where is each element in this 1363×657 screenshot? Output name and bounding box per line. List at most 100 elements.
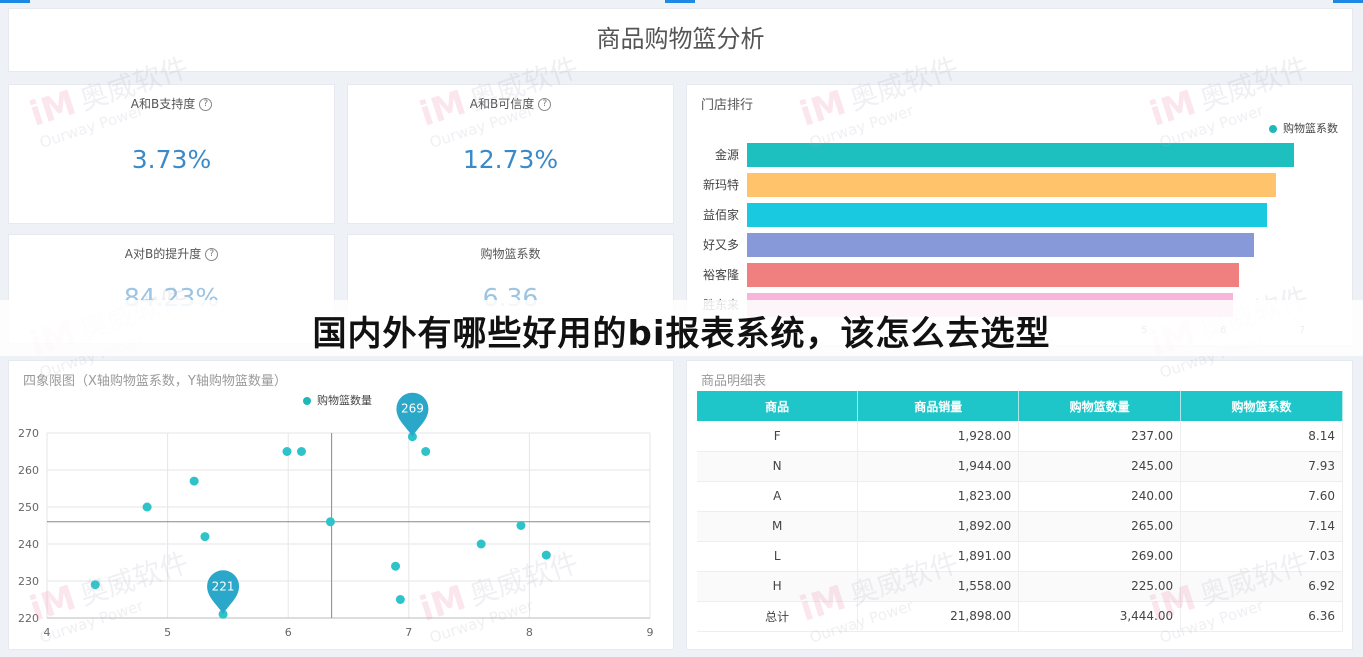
- table-cell: 1,892.00: [857, 511, 1020, 542]
- table-total-row[interactable]: 总计 21,898.00 3,444.00 6.36: [697, 601, 1343, 632]
- store-ranking-legend-label: 购物篮系数: [1283, 122, 1338, 135]
- column-header-basket-coef[interactable]: 购物篮系数: [1180, 391, 1343, 421]
- bar-label: 益佰家: [702, 208, 739, 222]
- y-tick-label: 260: [18, 464, 39, 477]
- y-tick-label: 250: [18, 501, 39, 514]
- y-tick-label: 230: [18, 575, 39, 588]
- detail-table: 商品 商品销量 购物篮数量 购物篮系数 F 1,928.00 237.00 8.14 N…: [697, 391, 1343, 632]
- table-cell: 6.92: [1180, 571, 1343, 602]
- table-cell: 7.60: [1180, 481, 1343, 512]
- scatter-point[interactable]: [189, 476, 199, 486]
- scatter-point[interactable]: [90, 580, 100, 590]
- scatter-point[interactable]: [395, 595, 405, 604]
- bar-label: 金源: [714, 148, 739, 162]
- detail-table-panel: 商品明细表 商品 商品销量 购物篮数量 购物篮系数 F 1,928.00 237.0…: [686, 360, 1353, 650]
- bar[interactable]: [747, 173, 1277, 197]
- table-cell: H: [697, 571, 859, 602]
- min-value-pin: 221: [207, 570, 240, 615]
- table-cell: 225.00: [1018, 571, 1182, 602]
- scatter-point[interactable]: [142, 502, 152, 512]
- kpi-lift-label: A对B的提升度?: [9, 245, 334, 262]
- store-ranking-legend[interactable]: 购物篮系数: [1269, 120, 1338, 136]
- scatter-point[interactable]: [516, 521, 526, 530]
- kpi-support-card: A和B支持度? 3.73%: [8, 84, 335, 224]
- quadrant-chart-svg: 270 260 250 240 230 220 4 5 6 7 8 9 269 221: [18, 392, 654, 639]
- kpi-confidence-card: A和B可信度? 12.73%: [347, 84, 674, 224]
- y-tick-label: 220: [18, 612, 39, 625]
- x-tick-label: 4: [44, 626, 51, 639]
- table-cell: 265.00: [1018, 511, 1182, 542]
- table-cell: F: [697, 421, 859, 452]
- bar[interactable]: [747, 263, 1239, 287]
- table-cell: L: [697, 541, 859, 572]
- x-tick-label: 9: [647, 626, 654, 639]
- table-row[interactable]: F 1,928.00 237.00 8.14: [697, 421, 1343, 452]
- table-cell: 6.36: [1180, 601, 1343, 632]
- kpi-basket-coef-label: 购物篮系数: [480, 247, 541, 261]
- scatter-point[interactable]: [476, 539, 486, 549]
- help-icon[interactable]: ?: [538, 98, 552, 111]
- table-cell: 269.00: [1018, 541, 1182, 572]
- bar[interactable]: [747, 233, 1255, 257]
- kpi-support-label: A和B支持度?: [9, 95, 334, 112]
- x-tick-label: 8: [526, 626, 533, 639]
- y-tick-label: 270: [18, 427, 39, 440]
- scatter-point[interactable]: [541, 550, 551, 560]
- table-cell: 1,944.00: [857, 451, 1020, 482]
- bar[interactable]: [747, 143, 1294, 167]
- detail-table-title: 商品明细表: [701, 374, 767, 389]
- table-cell: 1,928.00: [857, 421, 1020, 452]
- column-header-sales[interactable]: 商品销量: [857, 391, 1020, 421]
- table-cell: N: [697, 451, 859, 482]
- help-icon[interactable]: ?: [205, 248, 219, 261]
- x-tick-label: 5: [164, 626, 171, 639]
- help-icon[interactable]: ?: [199, 98, 213, 111]
- bar-label: 新玛特: [702, 178, 739, 192]
- kpi-confidence-label: A和B可信度?: [348, 95, 673, 112]
- kpi-support-value: 3.73%: [131, 145, 212, 174]
- table-header-row: 商品 商品销量 购物篮数量 购物篮系数: [697, 391, 1343, 421]
- column-header-product[interactable]: 商品: [697, 391, 859, 421]
- scatter-point[interactable]: [391, 561, 401, 571]
- scatter-point[interactable]: [325, 517, 335, 527]
- x-tick-label: 7: [405, 626, 412, 639]
- table-row[interactable]: A 1,823.00 240.00 7.60: [697, 481, 1343, 512]
- table-row[interactable]: L 1,891.00 269.00 7.03: [697, 541, 1343, 572]
- bar-label: 裕客隆: [702, 268, 739, 282]
- kpi-confidence-label-text: A和B可信度: [469, 97, 535, 111]
- table-cell: M: [697, 511, 859, 542]
- table-cell: 240.00: [1018, 481, 1182, 512]
- bar[interactable]: [747, 203, 1268, 227]
- column-header-basket-count[interactable]: 购物篮数量: [1018, 391, 1182, 421]
- top-accent-center: [665, 0, 695, 3]
- quadrant-panel: 四象限图（X轴购物篮系数，Y轴购物篮数量） 购物篮数量 270 260 250 240…: [8, 360, 674, 650]
- store-ranking-title: 门店排行: [701, 98, 754, 113]
- table-cell: 7.03: [1180, 541, 1343, 572]
- kpi-support-label-text: A和B支持度: [130, 97, 196, 111]
- legend-dot-icon: [1269, 125, 1277, 133]
- table-body: F 1,928.00 237.00 8.14 N 1,944.00 245.00 7.93 A 1…: [697, 421, 1343, 632]
- table-cell: 7.14: [1180, 511, 1343, 542]
- top-accent-right: [1333, 0, 1363, 3]
- kpi-confidence-value: 12.73%: [462, 145, 559, 174]
- scatter-point[interactable]: [296, 447, 306, 456]
- title-panel: 商品购物篮分析: [8, 8, 1353, 72]
- table-cell: 245.00: [1018, 451, 1182, 482]
- table-cell: A: [697, 481, 859, 512]
- scatter-point[interactable]: [200, 532, 210, 542]
- caption-text: 国内外有哪些好用的bi报表系统，该怎么去选型: [312, 314, 1051, 354]
- x-tick-label: 6: [285, 626, 292, 639]
- table-cell: 3,444.00: [1018, 601, 1182, 632]
- table-cell: 7.93: [1180, 451, 1343, 482]
- table-row[interactable]: H 1,558.00 225.00 6.92: [697, 571, 1343, 602]
- min-value-pin-label: 221: [212, 579, 235, 593]
- table-row[interactable]: N 1,944.00 245.00 7.93: [697, 451, 1343, 482]
- table-row[interactable]: M 1,892.00 265.00 7.14: [697, 511, 1343, 542]
- bar-label: 好又多: [702, 238, 739, 252]
- scatter-point[interactable]: [421, 447, 431, 456]
- top-accent-left: [0, 0, 30, 3]
- scatter-point[interactable]: [282, 447, 292, 456]
- y-tick-label: 240: [18, 538, 39, 551]
- table-cell: 8.14: [1180, 421, 1343, 452]
- table-cell: 1,558.00: [857, 571, 1020, 602]
